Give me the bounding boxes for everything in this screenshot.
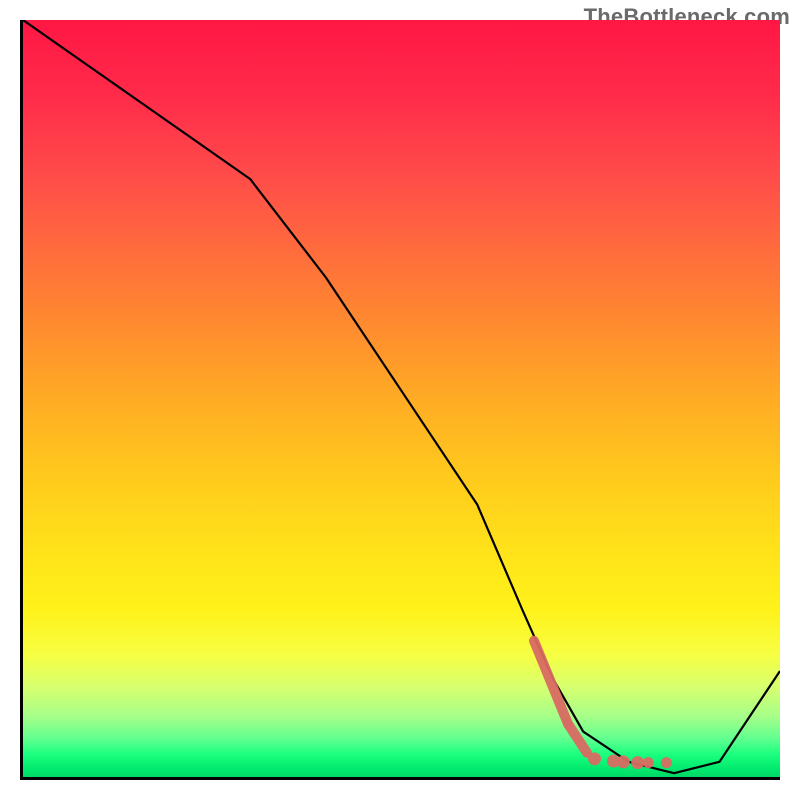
marker-dot-2 [617, 755, 630, 768]
marker-dot-5 [661, 757, 672, 768]
marker-stroke-0 [534, 641, 568, 724]
chart-overlay [23, 20, 780, 777]
bottleneck-curve [23, 20, 780, 773]
figure-root: TheBottleneck.com [0, 0, 800, 800]
marker-dot-3 [631, 756, 644, 769]
marker-dot-0 [588, 752, 601, 765]
plot-area [20, 20, 780, 780]
marker-dot-4 [643, 757, 654, 768]
marker-overlay [534, 641, 672, 769]
curve-line [23, 20, 780, 773]
marker-stroke-1 [568, 724, 587, 753]
